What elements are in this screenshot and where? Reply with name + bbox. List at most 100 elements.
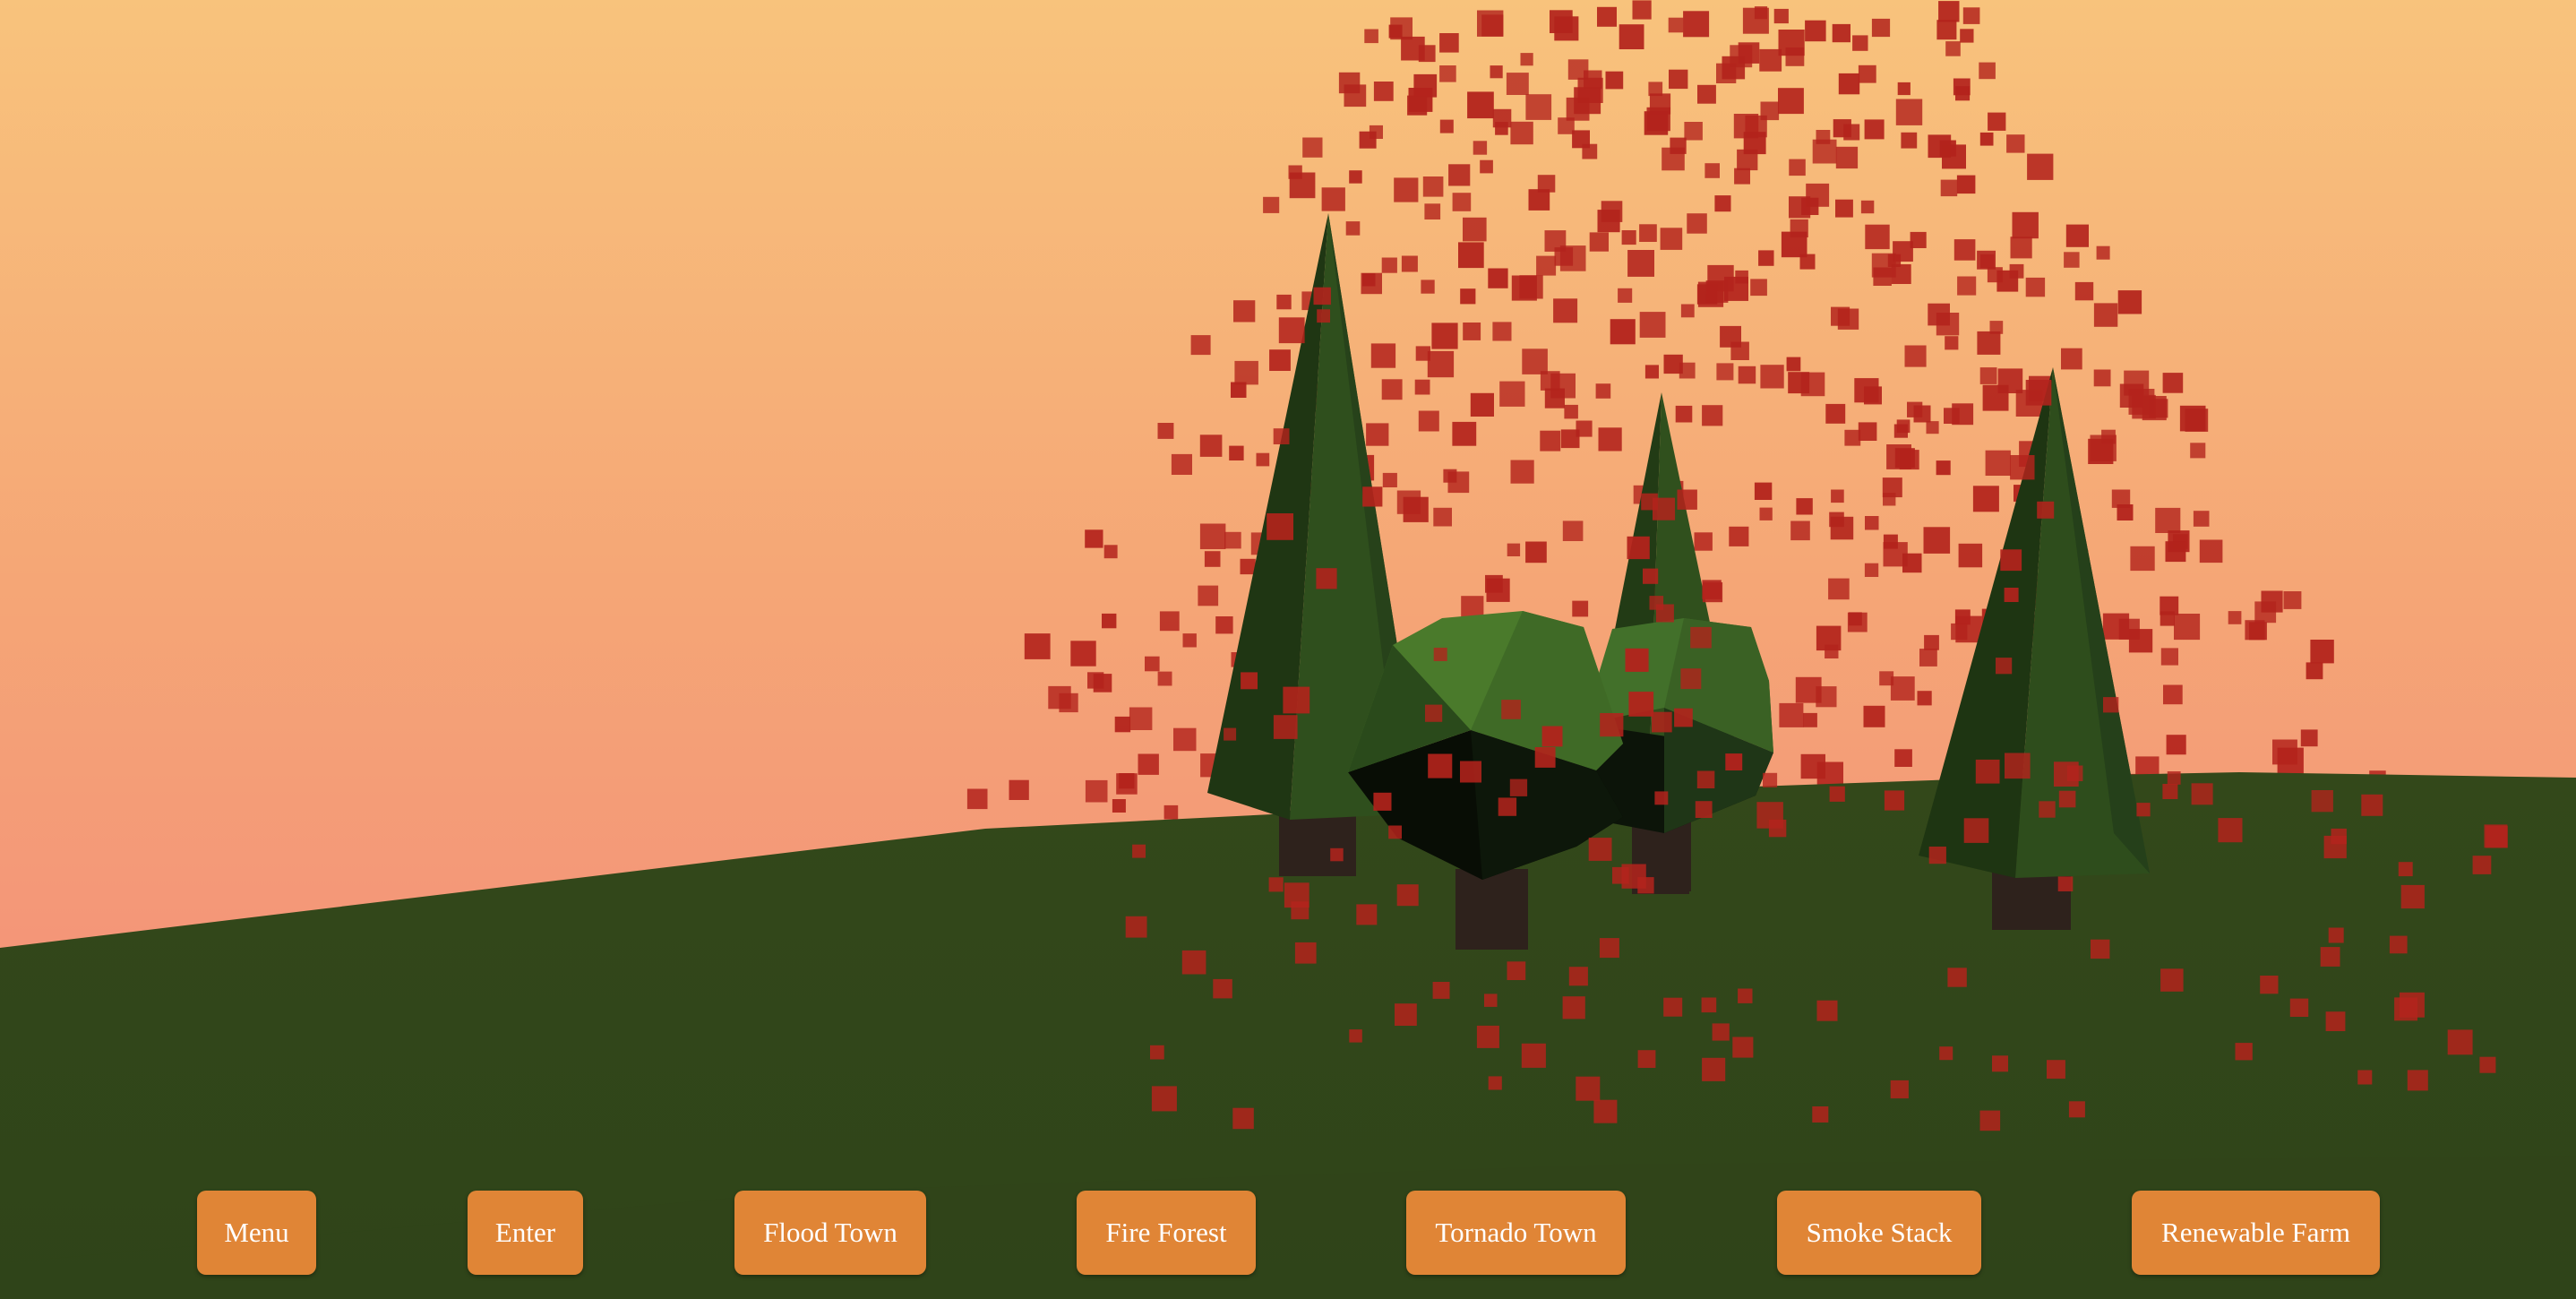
ember-particle — [2025, 380, 2052, 406]
renewable-farm-button[interactable]: Renewable Farm — [2132, 1191, 2380, 1275]
ember-particle — [1597, 210, 1620, 233]
ember-particle — [2325, 1011, 2346, 1031]
ember-particle — [1492, 322, 1512, 341]
ember-particle — [1828, 578, 1850, 600]
ember-particle — [1865, 224, 1890, 250]
ember-particle — [1499, 381, 1525, 407]
ember-particle — [1224, 531, 1241, 549]
menu-button[interactable]: Menu — [197, 1191, 316, 1275]
ember-particle — [1407, 95, 1428, 116]
ember-particle — [1887, 254, 1902, 267]
ember-particle — [2047, 1060, 2065, 1080]
ember-particle — [1390, 17, 1413, 40]
ember-particle — [1806, 183, 1830, 207]
ember-particle — [1997, 368, 2023, 393]
ember-particle — [1316, 568, 1337, 589]
ember-particle — [2235, 1043, 2253, 1061]
ember-particle — [1564, 404, 1578, 419]
ember-particle — [1317, 309, 1330, 323]
ember-particle — [1431, 323, 1458, 349]
ember-particle — [1985, 450, 2011, 476]
ember-particle — [1729, 526, 1749, 546]
ember-particle — [1463, 323, 1481, 340]
ember-particle — [2249, 622, 2267, 641]
ember-particle — [1627, 250, 1654, 277]
ember-particle — [1492, 108, 1512, 128]
fire-forest-button[interactable]: Fire Forest — [1077, 1191, 1256, 1275]
ember-particle — [2006, 134, 2025, 153]
ember-particle — [1232, 1107, 1254, 1130]
ember-particle — [1975, 759, 2000, 784]
ember-particle — [1553, 298, 1578, 323]
ember-particle — [1844, 429, 1861, 446]
ember-particle — [1467, 91, 1494, 119]
ember-particle — [1589, 232, 1609, 252]
ember-particle — [1702, 405, 1723, 426]
ember-particle — [1229, 445, 1244, 460]
ember-particle — [1313, 287, 1331, 305]
ember-particle — [1621, 230, 1636, 245]
ember-particle — [1321, 187, 1345, 211]
ember-particle — [1754, 482, 1773, 500]
ember-particle — [2103, 697, 2119, 713]
ember-particle — [1213, 978, 1232, 999]
ember-particle — [1278, 317, 1305, 344]
enter-button[interactable]: Enter — [468, 1191, 583, 1275]
ember-particle — [1157, 423, 1174, 439]
ember-particle — [1610, 319, 1636, 345]
ember-particle — [1439, 65, 1456, 82]
ember-particle — [1904, 345, 1927, 367]
ember-particle — [1521, 1043, 1546, 1068]
ember-particle — [1945, 336, 1959, 350]
ember-particle — [1684, 122, 1703, 141]
ember-particle — [1452, 193, 1472, 211]
ember-particle — [1722, 56, 1746, 80]
ember-particle — [1370, 343, 1396, 368]
ember-particle — [1848, 612, 1862, 626]
ember-particle — [2484, 824, 2508, 848]
ember-particle — [1759, 507, 1773, 520]
ember-particle — [1785, 47, 1805, 66]
game-canvas[interactable] — [0, 0, 2576, 1299]
ember-particle — [1738, 366, 1756, 384]
ember-particle — [1789, 159, 1806, 176]
ember-particle — [1662, 147, 1685, 171]
ember-particle — [1779, 702, 1804, 727]
ember-particle — [1800, 753, 1825, 779]
ember-particle — [1742, 7, 1769, 34]
ember-particle — [1860, 200, 1875, 214]
ember-particle — [1690, 626, 1712, 649]
ember-particle — [1085, 779, 1108, 803]
ember-particle — [1924, 634, 1939, 650]
ember-particle — [1381, 379, 1403, 400]
ember-particle — [1338, 72, 1361, 94]
ember-particle — [1562, 520, 1584, 541]
ember-particle — [1181, 950, 1206, 975]
ember-particle — [1241, 672, 1258, 690]
ember-particle — [1157, 671, 1172, 686]
ember-particle — [1977, 331, 2001, 355]
ember-particle — [2331, 828, 2347, 845]
ember-particle — [1835, 146, 1859, 169]
ember-particle — [1679, 362, 1696, 379]
ember-particle — [1694, 532, 1713, 551]
ember-particle — [1525, 541, 1547, 563]
ember-particle — [1421, 280, 1435, 294]
ember-particle — [1619, 24, 1644, 49]
ember-particle — [1362, 486, 1383, 507]
ember-particle — [2328, 927, 2344, 943]
ember-particle — [2447, 1029, 2473, 1055]
ember-particle — [1476, 1025, 1499, 1048]
ember-particle — [1415, 346, 1430, 361]
ember-particle — [1936, 20, 1957, 40]
ember-particle — [2004, 588, 2019, 602]
ember-particle — [1572, 600, 1589, 617]
ember-particle — [1460, 288, 1476, 305]
flood-town-button[interactable]: Flood Town — [734, 1191, 926, 1275]
ember-particle — [1795, 676, 1822, 703]
smoke-stack-button[interactable]: Smoke Stack — [1777, 1191, 1981, 1275]
ember-particle — [1204, 551, 1221, 567]
ember-particle — [2394, 997, 2417, 1021]
tornado-town-button[interactable]: Tornado Town — [1406, 1191, 1626, 1275]
ember-particle — [1234, 360, 1258, 385]
